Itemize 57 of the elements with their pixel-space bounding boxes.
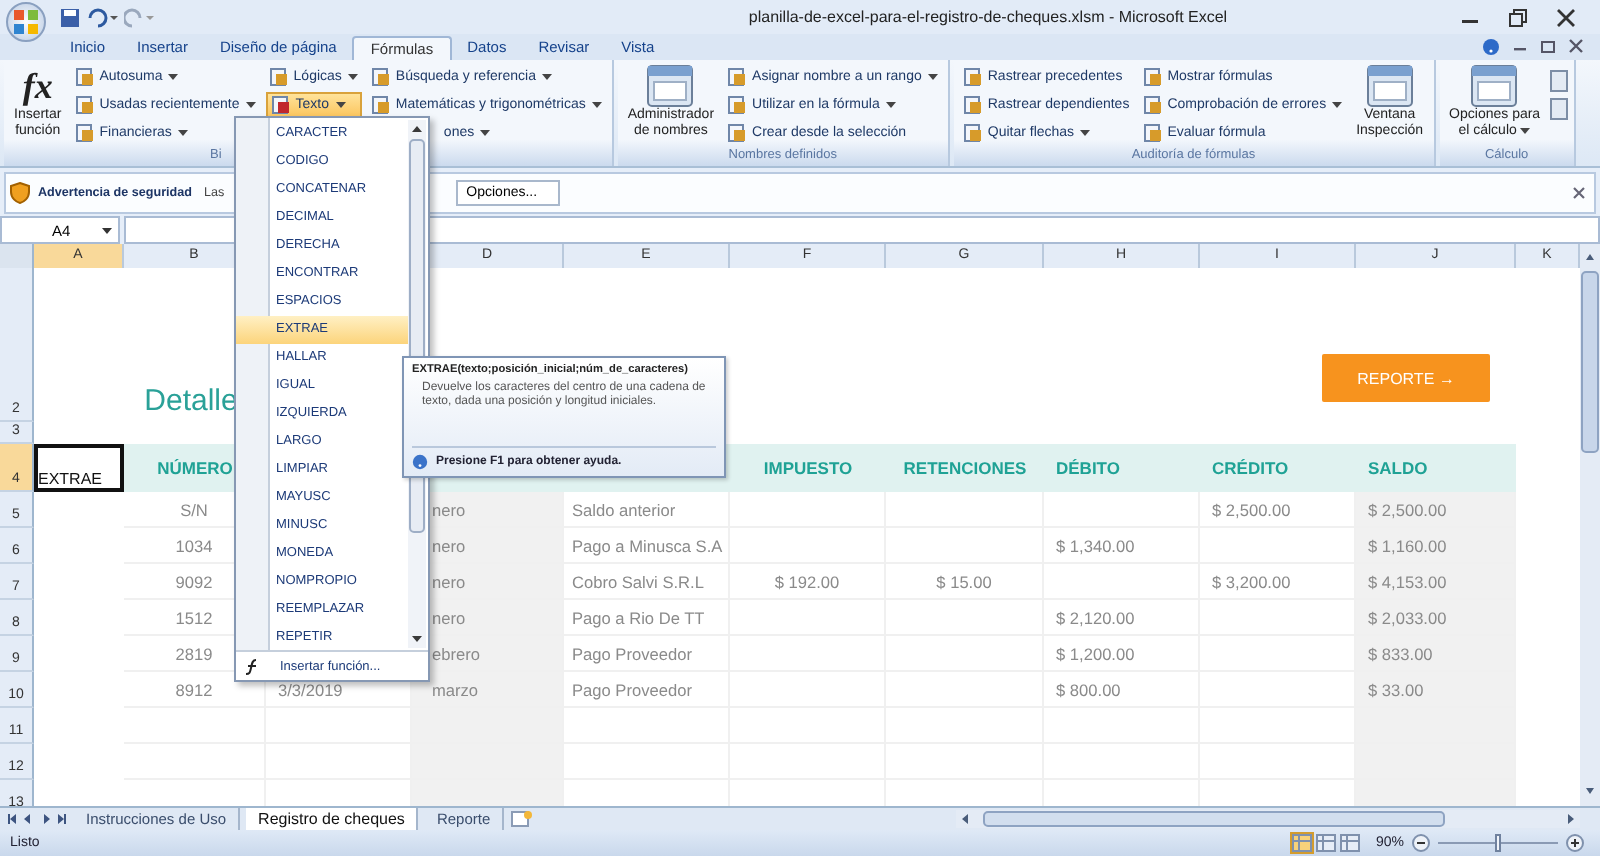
header-cell: DÉBITO [1044,444,1200,492]
table-cell: marzo [412,672,564,708]
ribbon-button[interactable] [1550,64,1569,90]
header-cell: SALDO [1356,444,1516,492]
table-cell: $ 4,153.00 [1356,564,1516,600]
close-icon[interactable] [1556,7,1576,27]
help-icon[interactable] [1482,38,1500,56]
header-cell: CRÉDITO [1200,444,1356,492]
sheet-icon [1550,97,1569,119]
window-icon [646,64,695,108]
table-cell: $ 1,200.00 [1044,636,1200,672]
office-button[interactable] [6,2,46,42]
sheet-navigation-icon[interactable] [8,812,68,826]
table-cell: Pago Proveedor [564,636,730,672]
table-cell: $ 2,120.00 [1044,600,1200,636]
table-cell: Cobro Salvi S.R.L [564,564,730,600]
table-cell: $ 2,500.00 [1356,492,1516,528]
table-cell: $ 833.00 [1356,636,1516,672]
header-cell: RETENCIONES [886,444,1044,492]
table-cell: $ 33.00 [1356,672,1516,708]
new-sheet-icon[interactable] [510,810,535,828]
table-cell: Pago a Minusca S.A [564,528,730,564]
table-cell: Pago Proveedor [564,672,730,708]
window-icon [1365,64,1414,108]
restore-icon[interactable] [1508,7,1528,27]
table-cell: $ 15.00 [886,564,1044,600]
help-icon [412,454,428,470]
shield-icon [10,181,30,203]
window-title: planilla-de-excel-para-el-registro-de-cheques.xlsm - Microsoft Excel [746,8,1230,26]
close-icon[interactable] [1568,38,1584,54]
active-cell: EXTRAE [34,444,124,492]
table-cell: $ 192.00 [730,564,886,600]
sheet-icon [1550,69,1569,91]
restore-icon[interactable] [1540,38,1556,54]
zoom-in-icon[interactable] [1566,834,1584,852]
zoom-out-icon[interactable] [1412,834,1430,852]
window-icon [1470,64,1519,108]
function-icon [244,657,262,675]
view-icon[interactable] [1339,834,1360,852]
table-cell: $ 2,033.00 [1356,600,1516,636]
table-cell: Pago a Rio De TT [564,600,730,636]
caret-icon [102,227,112,233]
table-cell: Saldo anterior [564,492,730,528]
slider-thumb[interactable] [1495,834,1501,852]
table-cell: $ 1,340.00 [1044,528,1200,564]
vertical-scrollbar[interactable] [1580,244,1600,806]
table-cell: $ 800.00 [1044,672,1200,708]
table-cell: $ 1,160.00 [1356,528,1516,564]
sheet-title: Detalle [144,384,238,418]
view-icon[interactable] [1315,834,1336,852]
sheet-tab[interactable]: Registro de cheques [246,808,419,830]
save-icon[interactable] [60,7,80,27]
view-icon[interactable] [1291,834,1312,852]
ribbon-button[interactable] [1550,92,1569,118]
header-cell: IMPUESTO [730,444,886,492]
close-icon[interactable] [1572,185,1586,199]
undo-icon[interactable] [86,7,118,27]
